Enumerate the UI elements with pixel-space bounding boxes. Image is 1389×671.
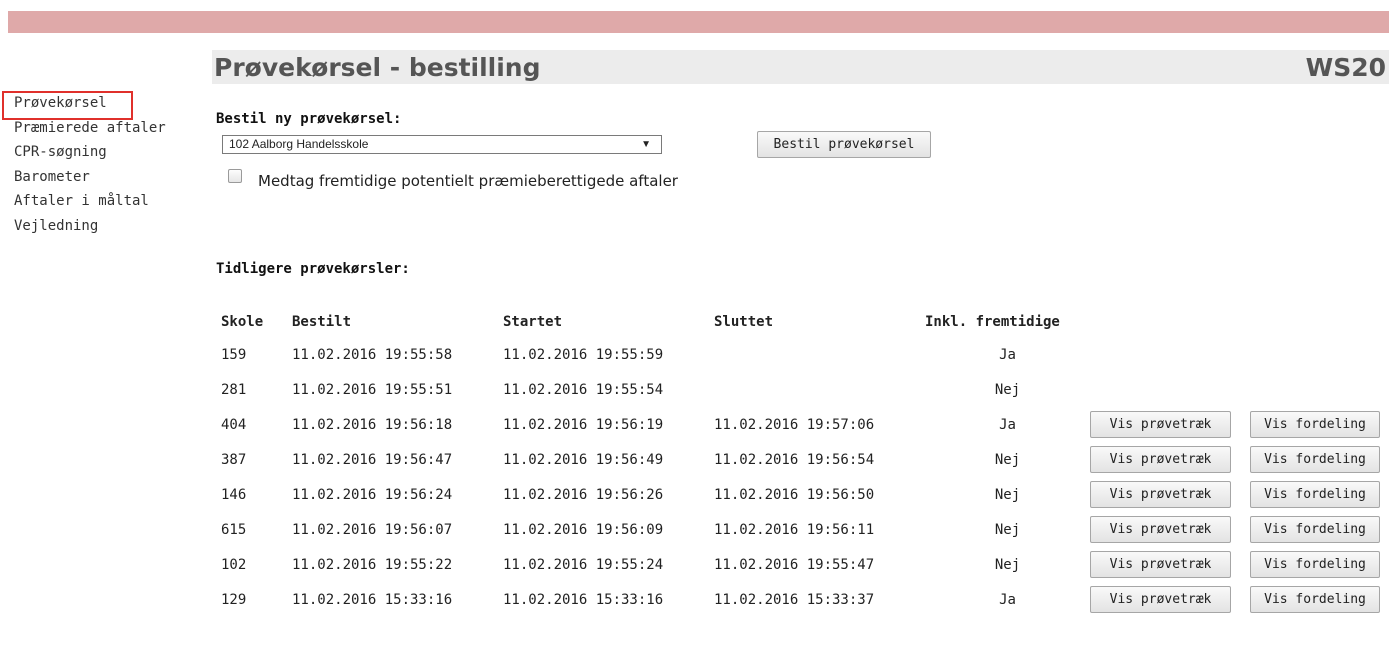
ws-label: WS20 xyxy=(1305,53,1386,82)
cell-sluttet: 11.02.2016 19:56:50 xyxy=(714,486,875,503)
cell-bestilt: 11.02.2016 19:55:58 xyxy=(292,346,453,363)
show-distribution-button[interactable]: Vis fordeling xyxy=(1250,516,1380,543)
show-draws-button[interactable]: Vis prøvetræk xyxy=(1090,516,1231,543)
table-row: 102 11.02.2016 19:55:22 11.02.2016 19:55… xyxy=(221,547,1380,582)
table-row: 404 11.02.2016 19:56:18 11.02.2016 19:56… xyxy=(221,407,1380,442)
history-heading: Tidligere prøvekørsler: xyxy=(216,261,410,277)
cell-skole: 159 xyxy=(221,346,247,363)
cell-skole: 129 xyxy=(221,591,247,608)
table-row: 129 11.02.2016 15:33:16 11.02.2016 15:33… xyxy=(221,582,1380,617)
include-future-checkbox[interactable] xyxy=(228,169,242,183)
cell-inkl: Nej xyxy=(994,486,1021,503)
column-header-bestilt: Bestilt xyxy=(292,314,352,330)
cell-skole: 146 xyxy=(221,486,247,503)
show-distribution-button[interactable]: Vis fordeling xyxy=(1250,446,1380,473)
include-future-label: Medtag fremtidige potentielt præmieberet… xyxy=(258,172,678,190)
cell-startet: 11.02.2016 19:56:49 xyxy=(503,451,664,468)
sidebar-item-vejledning[interactable]: Vejledning xyxy=(0,214,200,239)
cell-startet: 11.02.2016 19:56:09 xyxy=(503,521,664,538)
cell-bestilt: 11.02.2016 19:56:24 xyxy=(292,486,453,503)
cell-inkl: Nej xyxy=(994,451,1021,468)
cell-inkl: Nej xyxy=(994,381,1021,398)
show-draws-button[interactable]: Vis prøvetræk xyxy=(1090,446,1231,473)
cell-sluttet: 11.02.2016 15:33:37 xyxy=(714,591,875,608)
sidebar-item-cpr-sogning[interactable]: CPR-søgning xyxy=(0,140,200,165)
order-heading: Bestil ny prøvekørsel: xyxy=(216,111,402,127)
cell-startet: 11.02.2016 19:55:54 xyxy=(503,381,664,398)
cell-bestilt: 11.02.2016 19:56:18 xyxy=(292,416,453,433)
show-distribution-button[interactable]: Vis fordeling xyxy=(1250,411,1380,438)
school-select[interactable]: 102 Aalborg Handelsskole ▼ xyxy=(222,135,662,154)
cell-sluttet: 11.02.2016 19:56:54 xyxy=(714,451,875,468)
column-header-inkl-fremtidige: Inkl. fremtidige xyxy=(925,314,1060,330)
table-row: 146 11.02.2016 19:56:24 11.02.2016 19:56… xyxy=(221,477,1380,512)
table-row: 615 11.02.2016 19:56:07 11.02.2016 19:56… xyxy=(221,512,1380,547)
column-header-startet: Startet xyxy=(503,314,563,330)
cell-inkl: Ja xyxy=(999,346,1016,363)
order-test-run-button[interactable]: Bestil prøvekørsel xyxy=(757,131,931,158)
cell-startet: 11.02.2016 15:33:16 xyxy=(503,591,664,608)
show-draws-button[interactable]: Vis prøvetræk xyxy=(1090,481,1231,508)
show-draws-button[interactable]: Vis prøvetræk xyxy=(1090,551,1231,578)
show-draws-button[interactable]: Vis prøvetræk xyxy=(1090,411,1231,438)
show-distribution-button[interactable]: Vis fordeling xyxy=(1250,481,1380,508)
column-header-sluttet: Sluttet xyxy=(714,314,774,330)
chevron-down-icon: ▼ xyxy=(641,139,651,150)
cell-sluttet: 11.02.2016 19:57:06 xyxy=(714,416,875,433)
show-distribution-button[interactable]: Vis fordeling xyxy=(1250,586,1380,613)
school-select-value: 102 Aalborg Handelsskole xyxy=(229,137,369,151)
cell-sluttet xyxy=(714,337,925,372)
cell-inkl: Ja xyxy=(999,416,1016,433)
top-accent-bar xyxy=(8,11,1389,33)
table-row: 159 11.02.2016 19:55:58 11.02.2016 19:55… xyxy=(221,337,1380,372)
cell-startet: 11.02.2016 19:56:26 xyxy=(503,486,664,503)
cell-bestilt: 11.02.2016 15:33:16 xyxy=(292,591,453,608)
cell-bestilt: 11.02.2016 19:56:47 xyxy=(292,451,453,468)
cell-startet: 11.02.2016 19:56:19 xyxy=(503,416,664,433)
cell-sluttet xyxy=(714,372,925,407)
sidebar-item-barometer[interactable]: Barometer xyxy=(0,165,200,190)
table-row: 387 11.02.2016 19:56:47 11.02.2016 19:56… xyxy=(221,442,1380,477)
page-title: Prøvekørsel - bestilling xyxy=(214,53,541,82)
cell-sluttet: 11.02.2016 19:55:47 xyxy=(714,556,875,573)
active-item-highlight xyxy=(2,91,133,120)
show-draws-button[interactable]: Vis prøvetræk xyxy=(1090,586,1231,613)
cell-startet: 11.02.2016 19:55:24 xyxy=(503,556,664,573)
cell-inkl: Nej xyxy=(994,521,1021,538)
table-row: 281 11.02.2016 19:55:51 11.02.2016 19:55… xyxy=(221,372,1380,407)
cell-skole: 387 xyxy=(221,451,247,468)
cell-skole: 281 xyxy=(221,381,247,398)
table-header-row: Skole Bestilt Startet Sluttet Inkl. frem… xyxy=(221,307,1380,337)
show-distribution-button[interactable]: Vis fordeling xyxy=(1250,551,1380,578)
cell-sluttet: 11.02.2016 19:56:11 xyxy=(714,521,875,538)
cell-bestilt: 11.02.2016 19:56:07 xyxy=(292,521,453,538)
history-table: Skole Bestilt Startet Sluttet Inkl. frem… xyxy=(221,307,1380,617)
cell-skole: 615 xyxy=(221,521,247,538)
column-header-skole: Skole xyxy=(221,314,264,330)
sidebar-item-aftaler-i-maltal[interactable]: Aftaler i måltal xyxy=(0,189,200,214)
cell-skole: 404 xyxy=(221,416,247,433)
cell-inkl: Nej xyxy=(994,556,1021,573)
cell-inkl: Ja xyxy=(999,591,1016,608)
cell-bestilt: 11.02.2016 19:55:51 xyxy=(292,381,453,398)
cell-startet: 11.02.2016 19:55:59 xyxy=(503,346,664,363)
cell-bestilt: 11.02.2016 19:55:22 xyxy=(292,556,453,573)
cell-skole: 102 xyxy=(221,556,247,573)
